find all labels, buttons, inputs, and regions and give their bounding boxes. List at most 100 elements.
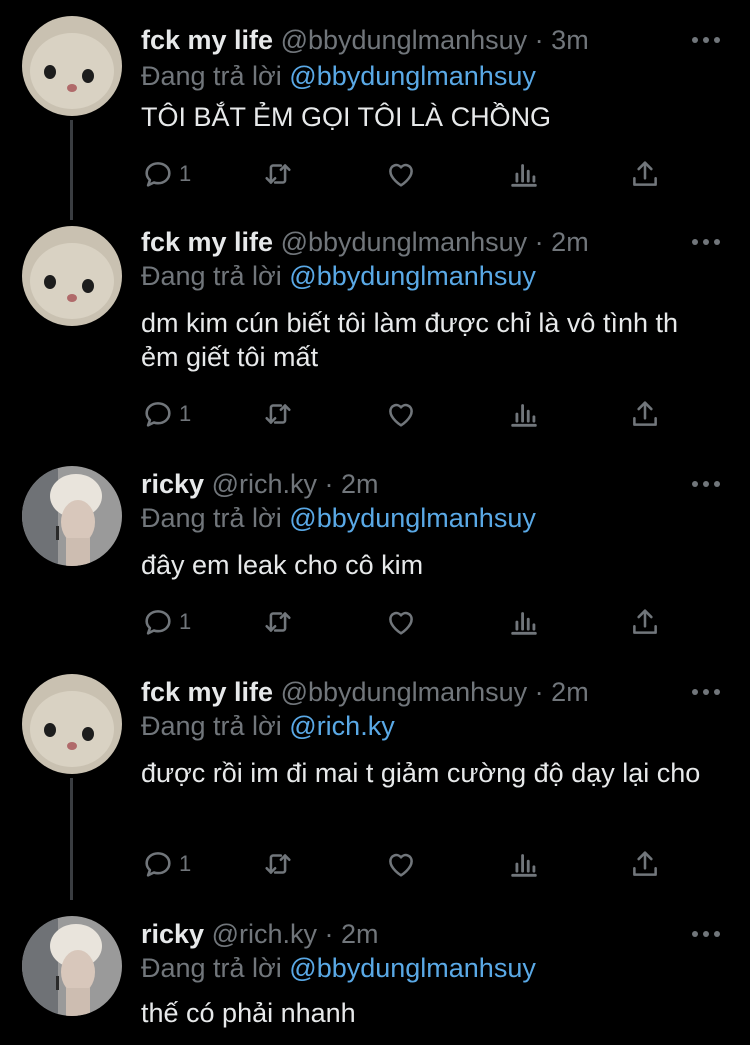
- timestamp[interactable]: 3m: [551, 25, 589, 55]
- reply-button[interactable]: 1: [141, 394, 191, 434]
- thread-line: [70, 778, 73, 900]
- retweet-button[interactable]: [261, 394, 295, 434]
- tweet-text: dm kim cún biết tôi làm được chỉ là vô t…: [141, 308, 678, 372]
- action-bar: 1: [141, 154, 681, 194]
- analytics-icon: [511, 404, 537, 427]
- mention-link[interactable]: @bbydunglmanhsuy: [289, 503, 536, 533]
- share-icon: [633, 161, 657, 186]
- tweet-3[interactable]: ricky @rich.ky · 2m Đang trả lời @bbydun…: [0, 466, 750, 666]
- retweet-button[interactable]: [261, 844, 295, 884]
- user-handle[interactable]: @rich.ky: [212, 469, 317, 499]
- like-button[interactable]: [384, 602, 418, 642]
- display-name[interactable]: fck my life: [141, 227, 273, 257]
- more-icon[interactable]: [692, 916, 720, 952]
- reply-icon: [145, 162, 171, 187]
- share-button[interactable]: [628, 154, 662, 194]
- more-icon[interactable]: [692, 674, 720, 710]
- retweet-icon: [265, 404, 291, 424]
- tweet-4[interactable]: fck my life @bbydunglmanhsuy · 2m Đang t…: [0, 674, 750, 900]
- avatar[interactable]: [22, 674, 122, 774]
- display-name[interactable]: fck my life: [141, 677, 273, 707]
- tweet-text: đây em leak cho cô kim: [141, 550, 424, 580]
- like-button[interactable]: [384, 844, 418, 884]
- reply-count: 1: [179, 851, 192, 876]
- action-bar: 1: [141, 602, 681, 642]
- reply-icon: [145, 852, 171, 877]
- reply-icon: [145, 610, 171, 635]
- share-icon: [633, 609, 657, 634]
- user-handle[interactable]: @bbydunglmanhsuy: [281, 227, 528, 257]
- like-icon: [389, 611, 413, 635]
- share-button[interactable]: [628, 394, 662, 434]
- mention-link[interactable]: @bbydunglmanhsuy: [289, 953, 536, 983]
- tweet-2[interactable]: fck my life @bbydunglmanhsuy · 2m Đang t…: [0, 226, 750, 458]
- timestamp[interactable]: 2m: [341, 919, 379, 949]
- tweet-header: fck my life @bbydunglmanhsuy · 3m: [141, 22, 589, 58]
- retweet-icon: [265, 854, 291, 874]
- replying-to: Đang trả lời @bbydunglmanhsuy: [141, 258, 536, 294]
- replying-to: Đang trả lời @rich.ky: [141, 708, 395, 744]
- analytics-button[interactable]: [507, 154, 541, 194]
- retweet-button[interactable]: [261, 154, 295, 194]
- more-icon[interactable]: [692, 466, 720, 502]
- tweet-5[interactable]: ricky @rich.ky · 2m Đang trả lời @bbydun…: [0, 916, 750, 1045]
- reply-button[interactable]: 1: [141, 154, 191, 194]
- display-name[interactable]: ricky: [141, 919, 204, 949]
- replying-label: Đang trả lời: [141, 61, 282, 91]
- thread-line: [70, 120, 73, 220]
- like-button[interactable]: [384, 154, 418, 194]
- like-button[interactable]: [384, 394, 418, 434]
- more-icon[interactable]: [692, 22, 720, 58]
- separator: ·: [324, 919, 334, 949]
- reply-count: 1: [179, 401, 192, 426]
- analytics-button[interactable]: [507, 844, 541, 884]
- reply-button[interactable]: 1: [141, 844, 191, 884]
- tweet-header: ricky @rich.ky · 2m: [141, 916, 379, 952]
- mention-link[interactable]: @rich.ky: [289, 711, 394, 741]
- retweet-icon: [265, 612, 291, 632]
- tweet-1[interactable]: fck my life @bbydunglmanhsuy · 3m Đang t…: [0, 8, 750, 220]
- tweet-header: fck my life @bbydunglmanhsuy · 2m: [141, 674, 589, 710]
- share-button[interactable]: [628, 602, 662, 642]
- reply-count: 1: [179, 161, 192, 186]
- more-icon[interactable]: [692, 224, 720, 260]
- tweet-text: thế có phải nhanh: [141, 998, 356, 1028]
- timestamp[interactable]: 2m: [341, 469, 379, 499]
- user-handle[interactable]: @rich.ky: [212, 919, 317, 949]
- mention-link[interactable]: @bbydunglmanhsuy: [289, 61, 536, 91]
- analytics-button[interactable]: [507, 394, 541, 434]
- replying-label: Đang trả lời: [141, 953, 282, 983]
- display-name[interactable]: ricky: [141, 469, 204, 499]
- user-handle[interactable]: @bbydunglmanhsuy: [281, 677, 528, 707]
- tweet-text: được rồi im đi mai t giảm cường độ dạy l…: [141, 758, 701, 788]
- replying-to: Đang trả lời @bbydunglmanhsuy: [141, 500, 536, 536]
- avatar[interactable]: [22, 226, 122, 326]
- reply-icon: [145, 402, 171, 427]
- timestamp[interactable]: 2m: [551, 227, 589, 257]
- timestamp[interactable]: 2m: [551, 677, 589, 707]
- analytics-icon: [511, 612, 537, 635]
- tweet-header: fck my life @bbydunglmanhsuy · 2m: [141, 224, 589, 260]
- action-bar: 1: [141, 844, 681, 884]
- retweet-icon: [265, 164, 291, 184]
- mention-link[interactable]: @bbydunglmanhsuy: [289, 261, 536, 291]
- separator: ·: [534, 677, 544, 707]
- separator: ·: [324, 469, 334, 499]
- user-handle[interactable]: @bbydunglmanhsuy: [281, 25, 528, 55]
- replying-to: Đang trả lời @bbydunglmanhsuy: [141, 950, 536, 986]
- action-bar: 1: [141, 394, 681, 434]
- retweet-button[interactable]: [261, 602, 295, 642]
- display-name[interactable]: fck my life: [141, 25, 273, 55]
- reply-button[interactable]: 1: [141, 602, 191, 642]
- share-button[interactable]: [628, 844, 662, 884]
- separator: ·: [534, 25, 544, 55]
- tweet-text: TÔI BẮT ẺM GỌI TÔI LÀ CHỒNG: [141, 102, 552, 132]
- like-icon: [389, 853, 413, 877]
- separator: ·: [534, 227, 544, 257]
- avatar[interactable]: [22, 16, 122, 116]
- replying-label: Đang trả lời: [141, 261, 282, 291]
- avatar[interactable]: [22, 916, 122, 1016]
- analytics-button[interactable]: [507, 602, 541, 642]
- analytics-icon: [511, 164, 537, 187]
- avatar[interactable]: [22, 466, 122, 566]
